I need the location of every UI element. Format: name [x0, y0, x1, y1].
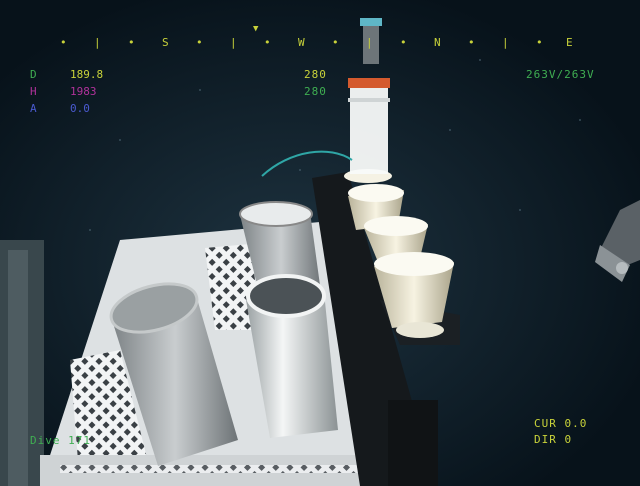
compass-mark: |	[366, 36, 373, 49]
heading-bottom: 280	[304, 85, 327, 98]
dive-label: Dive 171	[30, 434, 91, 447]
direction-label: DIR	[534, 433, 557, 446]
camera-frame: • | • S • | • W • | • N • | • E ▼ D 189.8…	[0, 0, 640, 486]
altitude-label: A	[30, 102, 37, 115]
compass-pointer-icon: ▼	[253, 24, 260, 34]
compass-mark: S	[162, 36, 169, 49]
compass-mark: |	[502, 36, 509, 49]
current-readout: CUR 0.0	[534, 417, 587, 430]
heading-label: H	[30, 85, 37, 98]
compass-mark: W	[298, 36, 305, 49]
compass-mark: •	[332, 36, 339, 49]
current-label: CUR	[534, 417, 557, 430]
heading-top: 280	[304, 68, 327, 81]
compass-mark: N	[434, 36, 441, 49]
depth-value: 189.8	[70, 68, 104, 81]
compass-mark: •	[400, 36, 407, 49]
compass-mark: •	[60, 36, 67, 49]
compass-mark: E	[566, 36, 573, 49]
compass-mark: •	[264, 36, 271, 49]
compass-mark: •	[196, 36, 203, 49]
compass-mark: •	[468, 36, 475, 49]
compass-mark: •	[128, 36, 135, 49]
heading-readout: H 1983	[30, 85, 97, 98]
heading-value: 1983	[70, 85, 97, 98]
compass-strip: • | • S • | • W • | • N • | • E	[60, 36, 580, 50]
altitude-value: 0.0	[70, 102, 90, 115]
direction-value: 0	[564, 433, 573, 446]
compass-mark: |	[230, 36, 237, 49]
depth-readout: D 189.8	[30, 68, 103, 81]
current-value: 0.0	[564, 417, 588, 430]
altitude-readout: A 0.0	[30, 102, 90, 115]
direction-readout: DIR 0	[534, 433, 572, 446]
compass-mark: •	[536, 36, 543, 49]
voltage-readout: 263V/263V	[526, 68, 595, 81]
compass-mark: |	[94, 36, 101, 49]
depth-label: D	[30, 68, 37, 81]
